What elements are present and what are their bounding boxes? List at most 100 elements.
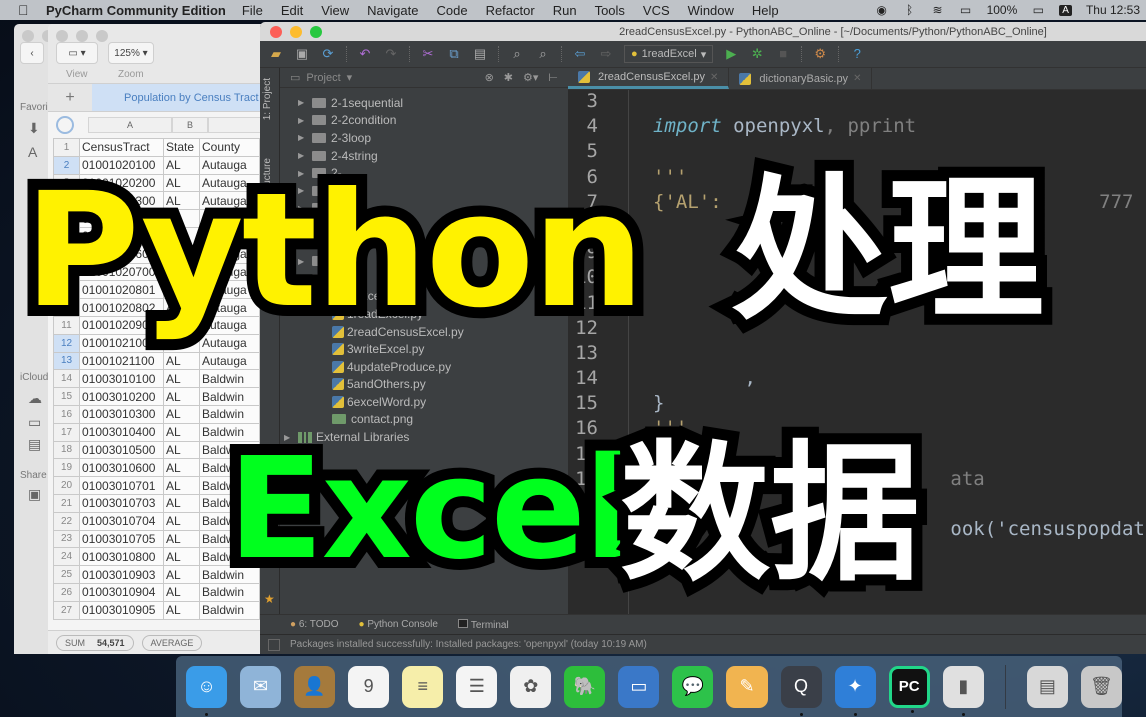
applications-icon[interactable]: A xyxy=(28,144,37,160)
cell-census-tract[interactable]: 01001020400 xyxy=(79,209,164,228)
save-icon[interactable]: ▣ xyxy=(294,46,310,62)
cell-state[interactable]: AL xyxy=(163,315,200,335)
cell-county[interactable]: Baldwin xyxy=(199,404,260,424)
cell-census-tract[interactable]: 01003010200 xyxy=(79,387,164,406)
clock[interactable]: Thu 12:53 xyxy=(1086,3,1140,17)
cell-census-tract[interactable]: 01003010400 xyxy=(79,422,164,442)
tree-folder[interactable]: ▶ 2- xyxy=(280,252,568,270)
cell-state[interactable]: AL xyxy=(163,280,200,300)
row-number[interactable]: 26 xyxy=(53,582,80,602)
cell-county[interactable]: Autauga xyxy=(199,244,260,264)
documents-icon[interactable]: ▤ xyxy=(28,436,41,453)
chevron-down-icon[interactable]: ▾ xyxy=(347,71,353,84)
cell-county-header[interactable]: County xyxy=(199,138,260,157)
chevron-right-icon[interactable]: ▶ xyxy=(298,204,312,213)
status-message[interactable]: Packages installed successfully: Install… xyxy=(290,639,647,650)
close-button[interactable] xyxy=(270,26,282,38)
cell-census-tract[interactable]: 01001021100 xyxy=(79,351,164,371)
todo-tab[interactable]: ● 6: TODO xyxy=(290,619,338,630)
battery-icon[interactable]: ▭ xyxy=(1031,4,1045,16)
close-tab-icon[interactable]: ✕ xyxy=(853,73,861,84)
replace-icon[interactable]: ⌕ xyxy=(535,46,551,62)
menu-vcs[interactable]: VCS xyxy=(643,3,670,18)
chevron-right-icon[interactable]: ▶ xyxy=(298,257,312,266)
cell-county[interactable]: Baldwin xyxy=(199,440,260,460)
cell-county[interactable]: Baldwin xyxy=(199,458,260,478)
cell-census-tract[interactable]: 01003010705 xyxy=(79,529,164,549)
find-icon[interactable]: ⌕ xyxy=(509,46,525,62)
cell-county[interactable]: Baldwin xyxy=(199,369,260,389)
chevron-right-icon[interactable]: ▶ xyxy=(298,151,312,160)
dock-safari-icon[interactable]: ✦ xyxy=(834,665,876,716)
cell-census-tract[interactable]: 01001020802 xyxy=(79,298,164,317)
tree-file[interactable]: 6excelWord.py xyxy=(280,393,568,411)
row-number[interactable]: 12 xyxy=(53,333,80,353)
chevron-right-icon[interactable]: ▶ xyxy=(298,116,312,125)
cell-county[interactable]: Autauga xyxy=(199,351,260,371)
cell-state[interactable]: AL xyxy=(163,351,200,371)
row-number[interactable]: 13 xyxy=(53,351,80,371)
tree-folder[interactable]: ▶ 2- xyxy=(280,200,568,218)
column-header-c[interactable] xyxy=(208,117,268,133)
app-name-menu[interactable]: PyCharm Community Edition xyxy=(46,3,226,18)
chevron-right-icon[interactable]: ▶ xyxy=(298,169,312,178)
tree-folder[interactable]: ▶ 2- xyxy=(280,164,568,182)
tree-file[interactable]: 4updateProduce.py xyxy=(280,358,568,376)
average-pill[interactable]: AVERAGE xyxy=(141,634,203,651)
column-header-a[interactable]: A xyxy=(88,117,172,133)
bluetooth-icon[interactable]: ᛒ xyxy=(903,4,917,16)
settings-wrench-icon[interactable]: ⚙ xyxy=(812,46,828,62)
cell-census-tract[interactable]: 01003010905 xyxy=(79,600,164,620)
dock-reminders-icon[interactable]: ☰ xyxy=(456,665,498,708)
tree-external-libraries[interactable]: ▶ External Libraries xyxy=(280,428,568,446)
cell-census-tract[interactable]: 01001020300 xyxy=(79,191,164,211)
downloads-icon[interactable]: ⬇ xyxy=(28,120,40,137)
cell-state[interactable]: AL xyxy=(163,209,200,228)
row-number[interactable]: 9 xyxy=(53,280,80,300)
cell-census-tract[interactable]: 01001020600 xyxy=(79,244,164,264)
help-icon[interactable]: ? xyxy=(849,46,865,62)
row-number[interactable]: 11 xyxy=(53,315,80,335)
cell-census-tract[interactable]: 01003010300 xyxy=(79,404,164,424)
cell-county[interactable]: Baldwin xyxy=(199,547,260,567)
chevron-right-icon[interactable]: ▶ xyxy=(298,274,312,283)
cell-state[interactable]: AL xyxy=(163,173,200,193)
select-all-button[interactable] xyxy=(56,116,74,134)
cell-state[interactable]: AL xyxy=(163,404,200,424)
back-button[interactable]: ‹ xyxy=(20,42,44,64)
cell-county[interactable]: Autauga xyxy=(199,315,260,335)
stop-icon[interactable]: ■ xyxy=(775,46,791,62)
tree-folder[interactable]: ▶ 2- xyxy=(280,182,568,200)
cell-state[interactable]: AL xyxy=(163,582,200,602)
hide-panel-icon[interactable]: ⊢ xyxy=(548,71,558,84)
apple-icon[interactable]:  xyxy=(18,2,32,18)
sum-pill[interactable]: SUM 54,571 xyxy=(56,634,134,651)
dock-documents-stack-icon[interactable]: ▤ xyxy=(1026,665,1068,708)
sync-icon[interactable]: ⟳ xyxy=(320,46,336,62)
record-icon[interactable]: ◉ xyxy=(875,4,889,16)
cell-county[interactable]: Baldwin xyxy=(199,529,260,549)
row-number[interactable]: 7 xyxy=(53,244,80,264)
cell-county[interactable]: Baldwin xyxy=(199,387,260,406)
row-number[interactable]: 3 xyxy=(53,173,80,193)
tree-folder[interactable]: ▶ 2- xyxy=(280,235,568,253)
row-number[interactable]: 14 xyxy=(53,369,80,389)
row-number[interactable]: 23 xyxy=(53,529,80,549)
chevron-right-icon[interactable]: ▶ xyxy=(298,221,312,230)
menu-help[interactable]: Help xyxy=(752,3,779,18)
paste-icon[interactable]: ▤ xyxy=(472,46,488,62)
cell-county[interactable]: Baldwin xyxy=(199,600,260,620)
gear-icon[interactable]: ⚙▾ xyxy=(523,71,538,84)
cell-county[interactable]: Autauga xyxy=(199,209,260,228)
cell-census-tract[interactable]: 01001020100 xyxy=(79,155,164,175)
terminal-tab[interactable]: Terminal xyxy=(457,618,509,631)
cell-census-tract[interactable]: 01003010500 xyxy=(79,440,164,460)
row-number[interactable]: 22 xyxy=(53,511,80,531)
cell-county[interactable]: Autauga xyxy=(199,226,260,246)
tree-file[interactable]: contact.png xyxy=(280,411,568,429)
chevron-right-icon[interactable]: ▶ xyxy=(298,186,312,195)
cell-census-tract[interactable]: 01001020500 xyxy=(79,226,164,246)
debug-icon[interactable]: ✲ xyxy=(749,46,765,62)
row-number[interactable]: 2 xyxy=(53,155,80,175)
close-tab-icon[interactable]: ✕ xyxy=(710,72,718,83)
